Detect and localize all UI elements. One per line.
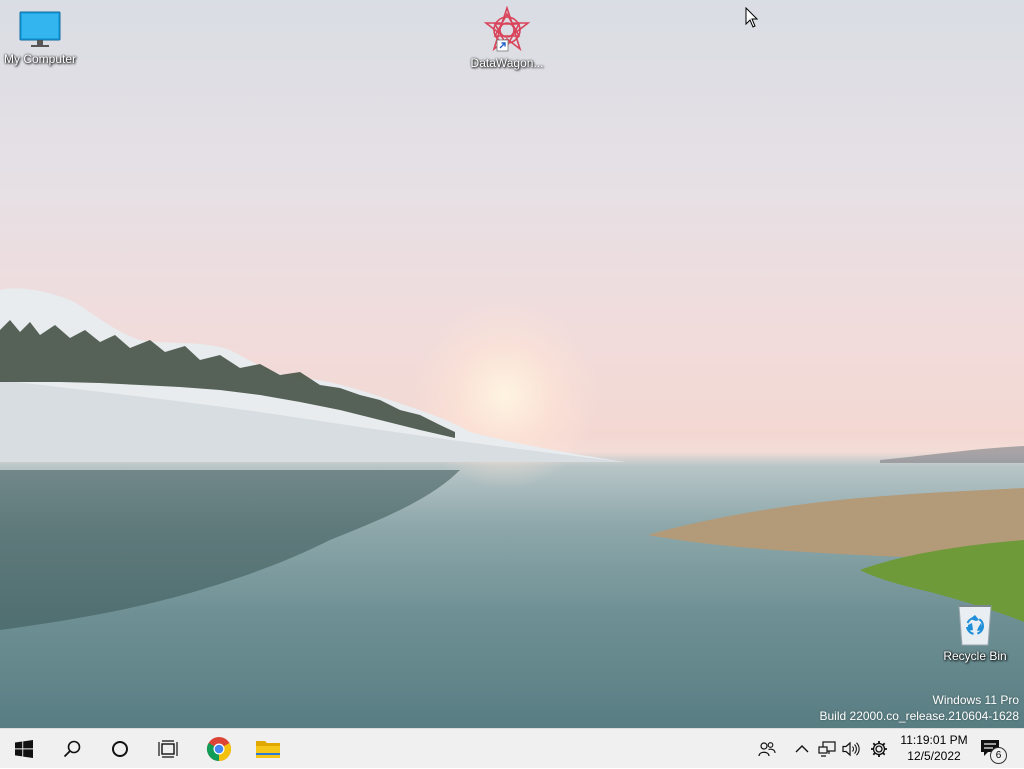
volume-button[interactable] xyxy=(840,737,862,761)
build-text: Build 22000.co_release.210604-1628 xyxy=(819,709,1020,723)
cortana-icon xyxy=(112,741,128,757)
notification-count-badge: 6 xyxy=(990,747,1007,764)
taskbar-clock[interactable]: 11:19:01 PM 12/5/2022 xyxy=(894,732,974,764)
edition-text: Windows 11 Pro xyxy=(932,693,1019,707)
chrome-taskbar-button[interactable] xyxy=(195,729,243,769)
settings-button[interactable] xyxy=(868,737,890,761)
mouse-cursor-icon xyxy=(745,7,759,28)
recycle-bin-label: Recycle Bin xyxy=(943,649,1007,663)
datawagon-label: DataWagon... xyxy=(470,56,544,70)
task-view-button[interactable] xyxy=(144,729,192,769)
file-explorer-icon xyxy=(256,741,280,758)
search-icon xyxy=(63,740,81,758)
windows-build-watermark: Windows 11 Pro Build 22000.co_release.21… xyxy=(820,692,1020,724)
recycle-bin-shortcut[interactable]: Recycle Bin xyxy=(935,603,1015,663)
desktop[interactable]: My Computer DataWagon... Recycle Bin Win… xyxy=(0,0,1024,728)
settings-gear-icon xyxy=(871,741,887,757)
network-button[interactable] xyxy=(816,737,838,761)
taskbar: 11:19:01 PM 12/5/2022 6 xyxy=(0,728,1024,768)
notification-center-button[interactable]: 6 xyxy=(976,735,1007,765)
people-icon xyxy=(758,742,776,757)
start-button[interactable] xyxy=(0,729,48,769)
clock-time: 11:19:01 PM xyxy=(900,733,968,747)
task-view-icon xyxy=(158,740,178,758)
datawagon-shortcut-icon xyxy=(482,5,532,54)
clock-date: 12/5/2022 xyxy=(907,749,961,763)
search-button[interactable] xyxy=(48,729,96,769)
show-hidden-icons-button[interactable] xyxy=(791,737,813,761)
datawagon-shortcut[interactable]: DataWagon... xyxy=(467,5,547,70)
cortana-button[interactable] xyxy=(96,729,144,769)
recycle-bin-icon xyxy=(955,603,995,647)
monitor-icon xyxy=(18,10,62,50)
my-computer-shortcut[interactable]: My Computer xyxy=(0,10,80,66)
my-computer-label: My Computer xyxy=(3,52,77,66)
network-icon xyxy=(818,741,836,757)
file-explorer-taskbar-button[interactable] xyxy=(244,729,292,769)
chrome-icon xyxy=(206,737,232,761)
chevron-up-icon xyxy=(795,745,809,753)
people-button[interactable] xyxy=(756,737,778,761)
windows-start-icon xyxy=(15,740,33,758)
volume-icon xyxy=(842,741,860,757)
wallpaper-landscape xyxy=(0,288,1024,630)
